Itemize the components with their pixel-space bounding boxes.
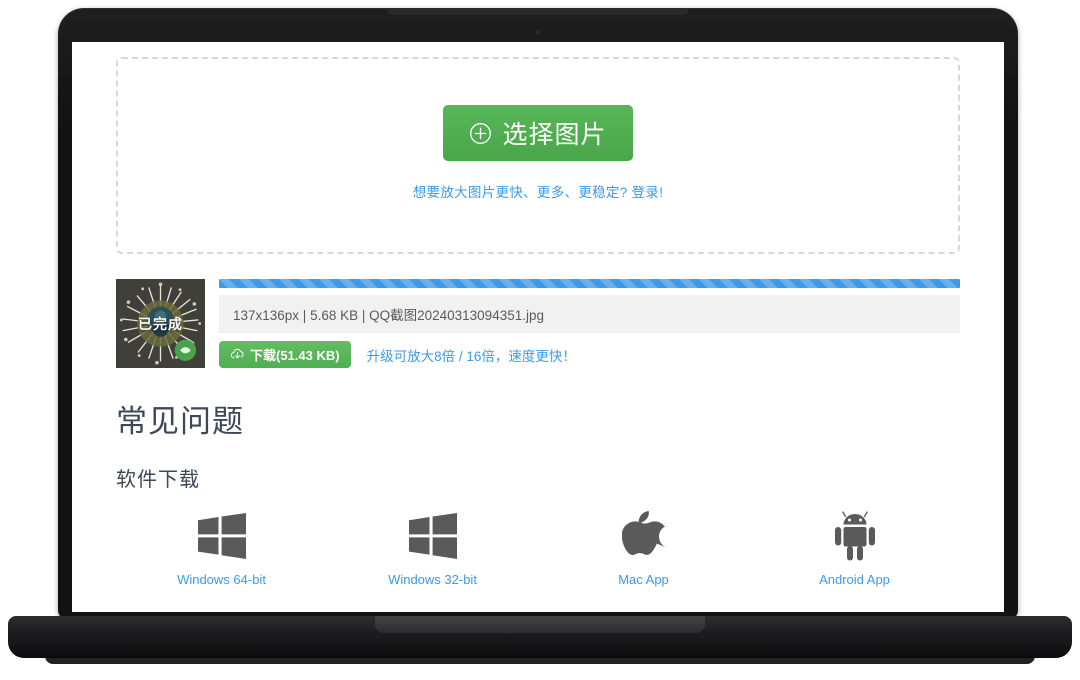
platform-mac[interactable]: Mac App	[538, 508, 749, 587]
laptop-mockup-stage: 选择图片 想要放大图片更快、更多、更稳定? 登录! 已完成 137x136px …	[0, 0, 1080, 680]
android-icon	[832, 508, 878, 564]
faq-subtitle: 软件下载	[116, 469, 200, 491]
upgrade-link[interactable]: 升级可放大8倍 / 16倍，速度更快！	[367, 345, 576, 365]
laptop-screen: 选择图片 想要放大图片更快、更多、更稳定? 登录! 已完成 137x136px …	[72, 42, 1004, 612]
upload-dropzone[interactable]: 选择图片 想要放大图片更快、更多、更稳定? 登录!	[116, 57, 960, 254]
laptop-base-shadow	[45, 656, 1035, 664]
file-meta-text: 137x136px | 5.68 KB | QQ截图20240313094351…	[219, 295, 960, 333]
select-image-button[interactable]: 选择图片	[443, 105, 633, 161]
upload-progress-bar	[219, 279, 960, 288]
platform-label: Windows 64-bit	[177, 572, 266, 587]
file-action-row: 下载(51.43 KB) 升级可放大8倍 / 16倍，速度更快！	[219, 341, 960, 368]
file-thumbnail[interactable]: 已完成	[116, 279, 205, 368]
platform-windows-32[interactable]: Windows 32-bit	[327, 508, 538, 587]
windows-icon	[407, 508, 459, 564]
file-details: 137x136px | 5.68 KB | QQ截图20240313094351…	[219, 279, 960, 368]
platform-label: Android App	[819, 572, 890, 587]
platform-windows-64[interactable]: Windows 64-bit	[116, 508, 327, 587]
camera-notch	[388, 8, 688, 15]
platform-download-list: Windows 64-bit Windows 32-bit Mac App An…	[116, 508, 960, 587]
laptop-base	[8, 616, 1072, 658]
login-hint-link[interactable]: 想要放大图片更快、更多、更稳定? 登录!	[413, 181, 664, 201]
download-button-label: 下载(51.43 KB)	[250, 348, 340, 363]
platform-label: Windows 32-bit	[388, 572, 477, 587]
select-image-button-label: 选择图片	[502, 121, 607, 149]
faq-title: 常见问题	[116, 404, 244, 439]
windows-icon	[196, 508, 248, 564]
thumbnail-status-label: 已完成	[138, 315, 183, 332]
webpage-content: 选择图片 想要放大图片更快、更多、更稳定? 登录! 已完成 137x136px …	[72, 57, 1004, 612]
platform-android[interactable]: Android App	[749, 508, 960, 587]
plus-circle-icon	[469, 122, 492, 145]
webcam-icon	[535, 30, 541, 35]
file-result-row: 已完成 137x136px | 5.68 KB | QQ截图2024031309…	[116, 279, 960, 368]
cloud-download-icon	[230, 347, 245, 362]
platform-label: Mac App	[618, 572, 669, 587]
download-button[interactable]: 下载(51.43 KB)	[219, 341, 351, 368]
laptop-base-notch	[375, 616, 705, 633]
apple-icon	[621, 508, 666, 564]
